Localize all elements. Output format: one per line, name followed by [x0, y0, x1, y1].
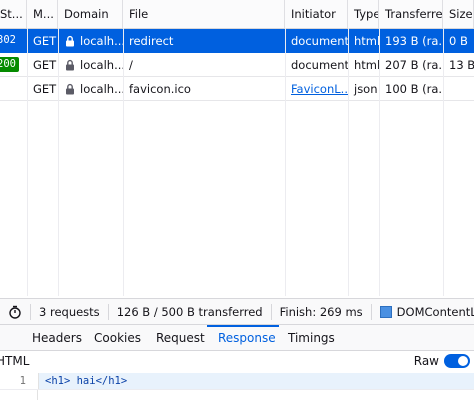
column-header-method[interactable]: M... — [27, 0, 58, 28]
request-file: favicon.ico — [129, 81, 191, 96]
request-size: 13 B — [449, 57, 474, 72]
request-size — [443, 77, 474, 100]
lock-icon — [66, 83, 74, 94]
request-domain: localh... — [58, 77, 123, 100]
tab-response[interactable]: Response — [218, 325, 276, 350]
column-divider — [58, 28, 59, 296]
column-header-status[interactable]: St... — [0, 0, 27, 28]
response-format-label: HTML — [0, 354, 30, 368]
line-number: 1 — [19, 375, 26, 387]
initiator-link[interactable]: FaviconL... — [291, 82, 348, 96]
domain-text: localh... — [80, 33, 123, 48]
column-header-transferred[interactable]: Transferre... — [379, 0, 443, 28]
column-header-domain[interactable]: Domain — [58, 0, 123, 28]
request-file: / — [129, 57, 133, 72]
lock-icon — [66, 35, 74, 46]
request-row[interactable]: 302 GET localh... redirect document html… — [0, 29, 474, 53]
response-code-view: 1 <h1> hai</h1> — [0, 373, 474, 389]
request-initiator: document — [291, 33, 348, 48]
details-tab-bar: Headers Cookies Request Response Timings — [0, 324, 474, 351]
request-type: json — [354, 81, 378, 96]
network-request-table: St... M... Domain File Initiator Type Tr… — [0, 0, 474, 101]
summary-transferred: 126 B / 500 B transferred — [109, 304, 272, 320]
toggle-knob — [458, 356, 468, 366]
column-header-file[interactable]: File — [123, 0, 285, 28]
request-type: html — [354, 33, 379, 48]
request-transferred: 193 B (ra... — [385, 33, 443, 48]
column-header-type[interactable]: Type — [348, 0, 379, 28]
network-summary-bar: 3 requests 126 B / 500 B transferred Fin… — [0, 298, 474, 325]
column-divider — [27, 28, 28, 296]
status-badge: 302 — [0, 33, 19, 48]
request-file: redirect — [129, 33, 174, 48]
request-row[interactable]: 200 GET localh... / document html 207 B … — [0, 53, 474, 77]
request-method: GET — [33, 33, 57, 48]
column-divider — [123, 28, 124, 296]
request-status — [0, 77, 27, 100]
raw-toggle-label: Raw — [413, 354, 439, 368]
request-row[interactable]: GET localh... favicon.ico FaviconL... js… — [0, 77, 474, 101]
tab-cookies[interactable]: Cookies — [94, 325, 141, 350]
column-header-size[interactable]: Size — [443, 0, 474, 28]
square-marker-icon — [379, 306, 392, 318]
request-method: GET — [33, 57, 57, 72]
domain-text: localh... — [80, 57, 123, 72]
tab-request[interactable]: Request — [156, 325, 205, 350]
request-domain: localh... — [58, 29, 123, 52]
stopwatch-icon[interactable] — [8, 305, 22, 319]
lock-icon — [66, 59, 74, 70]
domain-text: localh... — [80, 81, 123, 96]
column-divider — [443, 28, 444, 296]
column-divider — [348, 28, 349, 296]
summary-dom-content-loaded: DOMContentLoaded: 151 m — [396, 305, 474, 319]
column-divider — [285, 28, 286, 296]
table-header: St... M... Domain File Initiator Type Tr… — [0, 0, 474, 29]
request-transferred: 100 B (ra... — [385, 81, 443, 96]
column-header-initiator[interactable]: Initiator — [285, 0, 348, 28]
tab-timings[interactable]: Timings — [288, 325, 335, 350]
tab-headers[interactable]: Headers — [32, 325, 82, 350]
request-method: GET — [33, 81, 57, 96]
status-badge: 200 — [0, 57, 19, 72]
summary-requests: 3 requests — [31, 304, 109, 320]
code-line[interactable]: <h1> hai</h1> — [38, 373, 474, 389]
code-text: <h1> hai</h1> — [45, 375, 128, 387]
response-toolbar: HTML Raw — [0, 350, 474, 372]
request-size: 0 B — [449, 33, 468, 48]
request-type: html — [354, 57, 379, 72]
request-domain: localh... — [58, 53, 123, 76]
request-initiator: document — [291, 57, 348, 72]
summary-finish: Finish: 269 ms — [272, 304, 372, 320]
code-view-bottom — [0, 389, 474, 401]
column-divider — [379, 28, 380, 296]
request-transferred: 207 B (ra... — [385, 57, 443, 72]
raw-toggle[interactable] — [444, 354, 470, 368]
